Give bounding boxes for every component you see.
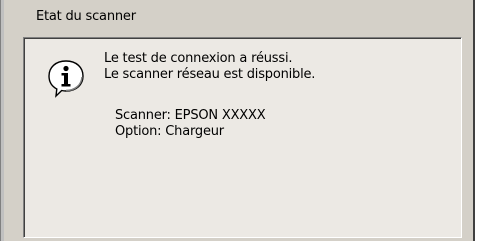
group-title: Etat du scanner <box>36 9 136 24</box>
scanner-option-text: Option: Chargeur <box>115 124 224 139</box>
status-message-box: Le test de connexion a réussi. Le scanne… <box>23 37 462 238</box>
window-left-border <box>0 0 4 248</box>
info-icon <box>48 60 84 98</box>
window-right-border <box>473 0 479 248</box>
scanner-available-text: Le scanner réseau est disponible. <box>104 67 316 82</box>
scanner-model-text: Scanner: EPSON XXXXX <box>115 108 266 123</box>
scanner-status-panel: Etat du scanner Le test de connexion a r… <box>0 0 479 248</box>
window-bottom-border <box>0 241 479 248</box>
connection-success-text: Le test de connexion a réussi. <box>104 51 293 66</box>
